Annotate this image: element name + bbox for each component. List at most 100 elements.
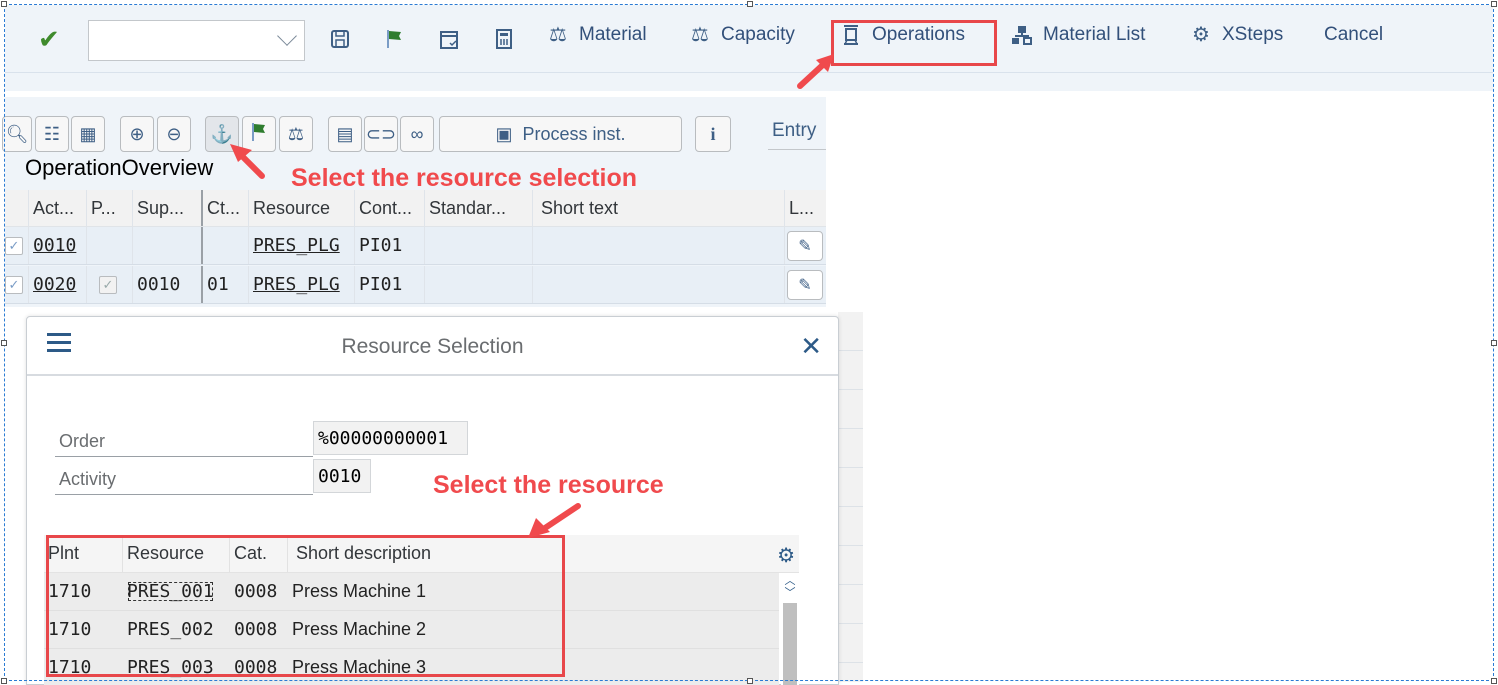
edit-document-icon: ✎: [798, 276, 812, 294]
ctrl-cell: 01: [203, 266, 249, 303]
link-icon: ⊂⊃: [365, 123, 397, 144]
superior-cell: [133, 227, 203, 264]
superior-cell: 0010: [133, 266, 203, 303]
process-inst-icon: ▣: [495, 123, 513, 144]
scroll-up-icon[interactable]: ︿: [783, 575, 797, 587]
cancel-button[interactable]: Cancel: [1324, 22, 1383, 48]
background-grid: [838, 312, 863, 682]
chevron-down-icon[interactable]: [277, 26, 297, 46]
table-row[interactable]: ✓ 0010 PRES_PLG PI01 ✎: [5, 227, 826, 265]
grid-icon: ▦: [79, 123, 97, 144]
activity-field[interactable]: 0010: [313, 459, 371, 493]
material-list-label: Material List: [1043, 24, 1146, 45]
section-title: OperationOverview: [25, 155, 214, 180]
row-select-checkbox[interactable]: ✓: [5, 275, 23, 294]
grid-button[interactable]: ▦: [71, 116, 105, 152]
activity-label: Activity: [55, 459, 313, 495]
resource-link[interactable]: PRES_PLG: [249, 266, 355, 303]
long-text-button[interactable]: ✎: [787, 269, 823, 300]
material-button[interactable]: ⚖ Material: [547, 22, 647, 48]
order-label: Order: [55, 421, 313, 457]
order-field[interactable]: %00000000001: [313, 421, 468, 455]
table-row[interactable]: ✓ 0020 ✓ 0010 01 PRES_PLG PI01 ✎: [5, 266, 826, 304]
save-icon[interactable]: [328, 28, 352, 52]
col-superior[interactable]: Sup...: [133, 190, 203, 226]
activity-link[interactable]: 0020: [29, 266, 87, 303]
xsteps-label: XSteps: [1222, 24, 1284, 45]
annotation-resource-selection: Select the resource selection: [291, 164, 637, 192]
phase-checkbox: ✓: [99, 275, 117, 294]
link-button[interactable]: ⊂⊃: [364, 116, 398, 152]
zoom-check-icon: 🔍︎: [5, 123, 29, 144]
short-text-cell[interactable]: [533, 266, 785, 303]
gear-net-icon: ⚙: [1192, 24, 1210, 46]
expand-button[interactable]: ⊕: [120, 116, 154, 152]
form-button[interactable]: ▤: [328, 116, 362, 152]
calendar-check-icon[interactable]: [437, 28, 461, 52]
dialog-header: Resource Selection ✕: [27, 317, 838, 376]
resource-link[interactable]: PRES_PLG: [249, 227, 355, 264]
info-icon: i: [710, 123, 716, 144]
col-ctrl[interactable]: Ct...: [203, 190, 249, 226]
edit-document-icon: ✎: [798, 237, 812, 255]
scrollbar-thumb[interactable]: [783, 603, 797, 685]
balance-icon: ⚖: [549, 24, 567, 46]
collapse-icon: ⊖: [166, 123, 182, 144]
process-inst-button[interactable]: ▣ Process inst.: [439, 116, 682, 152]
resource-highlight-box: [46, 535, 565, 677]
hierarchy-icon: [1011, 24, 1033, 46]
balance-icon: ⚖: [691, 24, 709, 46]
annotation-arrow-select-resource: [528, 503, 581, 538]
list-icon: ☷: [43, 123, 61, 144]
col-standard[interactable]: Standar...: [425, 190, 533, 226]
balance-icon: ⚖: [287, 123, 305, 144]
calculator-icon[interactable]: [492, 28, 516, 52]
col-short-text[interactable]: Short text: [533, 190, 785, 226]
flag-icon[interactable]: [382, 28, 406, 52]
col-long-text[interactable]: L...: [785, 190, 826, 226]
dialog-title: Resource Selection: [341, 335, 524, 358]
control-key-cell: PI01: [355, 227, 425, 264]
capacity-button[interactable]: ⚖ Capacity: [689, 22, 795, 48]
expand-icon: ⊕: [129, 123, 145, 144]
command-field[interactable]: [88, 20, 305, 61]
binoculars-button[interactable]: ∞: [400, 116, 434, 152]
binoculars-icon: ∞: [410, 123, 424, 144]
operations-highlight-box: [831, 20, 997, 66]
close-icon[interactable]: ✕: [800, 331, 822, 362]
annotation-arrow-operations: [797, 54, 834, 89]
zoom-check-button[interactable]: 🔍︎: [2, 116, 32, 152]
col-resource[interactable]: Resource: [249, 190, 355, 226]
table-header: Act... P... Sup... Ct... Resource Cont..…: [5, 190, 826, 227]
material-label: Material: [579, 24, 647, 45]
info-button[interactable]: i: [695, 116, 731, 152]
form-icon: ▤: [336, 123, 354, 144]
vertical-scrollbar[interactable]: ︿ ﹀: [781, 573, 799, 685]
scroll-down-icon[interactable]: ﹀: [783, 587, 797, 599]
entry-tab[interactable]: Entry: [768, 120, 826, 150]
settings-icon[interactable]: ⚙: [777, 543, 795, 568]
long-text-button[interactable]: ✎: [787, 230, 823, 261]
list-button[interactable]: ☷: [35, 116, 69, 152]
annotation-arrow-resource-selection: [230, 144, 265, 179]
col-control-key[interactable]: Cont...: [355, 190, 425, 226]
col-activity[interactable]: Act...: [29, 190, 87, 226]
balance-button[interactable]: ⚖: [279, 116, 313, 152]
toolbar-strip: [5, 73, 1493, 91]
control-key-cell: PI01: [355, 266, 425, 303]
col-phase[interactable]: P...: [87, 190, 133, 226]
activity-link[interactable]: 0010: [29, 227, 87, 264]
xsteps-button[interactable]: ⚙ XSteps: [1190, 22, 1283, 48]
standard-cell: [425, 266, 533, 303]
standard-cell: [425, 227, 533, 264]
collapse-button[interactable]: ⊖: [157, 116, 191, 152]
process-inst-label: Process inst.: [522, 123, 626, 144]
row-select-checkbox[interactable]: ✓: [5, 236, 23, 255]
cancel-label: Cancel: [1324, 24, 1384, 45]
ctrl-cell: [203, 227, 249, 264]
material-list-button[interactable]: Material List: [1011, 22, 1145, 48]
confirm-icon[interactable]: ✔: [38, 26, 64, 52]
short-text-cell[interactable]: [533, 227, 785, 264]
phase-cell: [87, 227, 133, 264]
capacity-label: Capacity: [721, 24, 795, 45]
